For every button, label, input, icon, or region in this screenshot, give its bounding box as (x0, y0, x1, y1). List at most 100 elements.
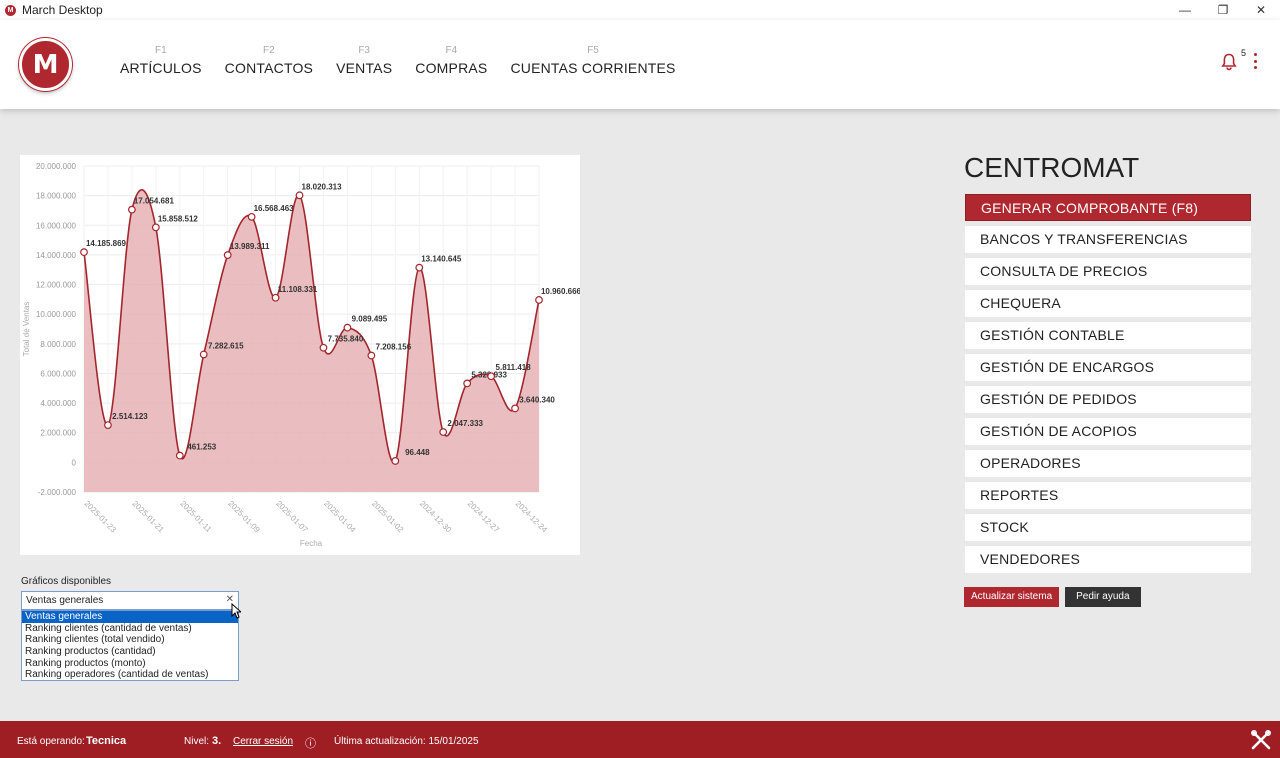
menu-generar-comprobante[interactable]: GENERAR COMPROBANTE (F8) (965, 194, 1251, 221)
nav-item-compras[interactable]: F4 COMPRAS (415, 45, 487, 76)
data-label: 18.020.313 (302, 182, 343, 191)
menu-vendedores[interactable]: VENDEDORES (965, 546, 1251, 573)
x-tick-label: 2024-12-24 (514, 499, 550, 535)
data-point (415, 263, 424, 272)
data-label: 11.108.331 (278, 285, 318, 294)
data-point (439, 428, 448, 436)
logout-link[interactable]: Cerrar sesión (233, 736, 293, 747)
nav-item-articulos[interactable]: F1 ARTÍCULOS (120, 45, 202, 76)
menu-bancos-transferencias[interactable]: BANCOS Y TRANSFERENCIAS (965, 226, 1251, 253)
update-system-button[interactable]: Actualizar sistema (964, 587, 1060, 607)
data-point (175, 451, 184, 460)
operating-label: Está operando: (17, 736, 85, 747)
chart-option[interactable]: Ranking operadores (cantidad de ventas) (22, 669, 238, 681)
menu-gestion-acopios[interactable]: GESTIÓN DE ACOPIOS (965, 418, 1251, 445)
nav-label: COMPRAS (415, 60, 488, 76)
data-point (104, 421, 112, 430)
info-icon[interactable]: ⓘ (305, 735, 316, 751)
chart-canvas: 20.000.000 18.000.000 16.000.000 14.000.000… (22, 162, 580, 548)
last-update: Última actualización: 15/01/2025 (334, 736, 479, 747)
data-point (511, 404, 519, 413)
mouse-cursor-icon (231, 603, 241, 619)
nav-item-contactos[interactable]: F2 CONTACTOS (225, 45, 313, 76)
menu-chequera[interactable]: CHEQUERA (965, 290, 1251, 317)
data-label: 15.858.512 (158, 214, 199, 223)
x-tick-label: 2024-12-27 (466, 499, 502, 535)
data-label: 7.208.156 (376, 343, 412, 352)
data-label: 2.514.123 (112, 412, 148, 421)
data-label: 7.735.840 (328, 335, 364, 344)
data-label: 7.282.615 (208, 341, 244, 350)
data-point (463, 379, 472, 388)
x-tick-label: 2025-01-04 (322, 499, 358, 535)
x-tick-label: 2025-01-02 (370, 499, 406, 535)
chart-select-value: Ventas generales (26, 595, 104, 606)
data-label: 9.089.495 (352, 315, 388, 324)
data-label: 96.448 (405, 448, 430, 457)
more-options-icon[interactable] (1252, 53, 1258, 69)
menu-stock[interactable]: STOCK (965, 514, 1251, 541)
chart-select[interactable]: Ventas generales ✕ (21, 591, 239, 610)
x-axis-title: Fecha (300, 539, 323, 548)
y-tick-label: 0 (72, 458, 77, 467)
nav-label: CONTACTOS (224, 60, 314, 76)
app-icon: M (5, 4, 16, 16)
nav-label: ARTÍCULOS (120, 60, 202, 76)
status-footer: Está operando: Tecnica Nivel: 3. Cerrar … (0, 721, 1280, 758)
menu-reportes[interactable]: REPORTES (965, 482, 1251, 509)
bell-icon[interactable] (1221, 53, 1237, 71)
data-point (535, 296, 543, 304)
chart-option[interactable]: Ranking clientes (cantidad de ventas) (22, 623, 238, 635)
y-tick-label: 4.000.000 (40, 399, 76, 408)
data-label: 13.989.311 (230, 242, 270, 251)
nav-label: CUENTAS CORRIENTES (510, 60, 676, 76)
tools-icon[interactable] (1250, 729, 1272, 751)
y-tick-label: 2.000.000 (40, 429, 76, 438)
main-nav: F1 ARTÍCULOS F2 CONTACTOS F3 VENTAS F4 C… (120, 45, 699, 76)
y-tick-label: 20.000.000 (36, 162, 77, 171)
data-label: 13.140.645 (421, 255, 462, 264)
x-tick-label: 2025-01-09 (226, 499, 262, 535)
x-tick-label: 2025-01-11 (178, 499, 213, 534)
restore-button[interactable]: ❐ (1204, 0, 1242, 20)
menu-gestion-contable[interactable]: GESTIÓN CONTABLE (965, 322, 1251, 349)
level-label: Nivel: (184, 736, 210, 747)
data-point (487, 372, 496, 381)
data-point (367, 351, 376, 360)
chart-option[interactable]: Ranking productos (monto) (22, 658, 238, 670)
nav-item-ventas[interactable]: F3 VENTAS (336, 45, 392, 76)
menu-operadores[interactable]: OPERADORES (965, 450, 1251, 477)
x-tick-label: 2025-01-21 (130, 499, 166, 535)
nav-item-cuentas-corrientes[interactable]: F5 CUENTAS CORRIENTES (510, 45, 675, 76)
y-axis-title: Total de Ventas (22, 302, 31, 357)
menu-consulta-precios[interactable]: CONSULTA DE PRECIOS (965, 258, 1251, 285)
notification-count: 5 (1241, 48, 1247, 58)
menu-gestion-pedidos[interactable]: GESTIÓN DE PEDIDOS (965, 386, 1251, 413)
y-tick-label: -2.000.000 (38, 488, 77, 497)
data-label: 2.047.333 (447, 419, 483, 428)
logo[interactable]: M (19, 38, 72, 91)
data-point (343, 323, 352, 332)
sales-area (84, 189, 539, 492)
data-point (80, 248, 88, 257)
request-help-button[interactable]: Pedir ayuda (1065, 587, 1141, 607)
chart-option[interactable]: Ranking productos (cantidad) (22, 646, 238, 658)
data-point (199, 350, 208, 359)
company-name: CENTROMAT (964, 152, 1140, 183)
data-point (223, 251, 232, 259)
menu-gestion-encargos[interactable]: GESTIÓN DE ENCARGOS (965, 354, 1251, 381)
chart-option[interactable]: Ventas generales (22, 611, 238, 623)
sales-chart: 20.000.000 18.000.000 16.000.000 14.000.000… (20, 155, 580, 555)
data-point (247, 212, 256, 221)
window-title: March Desktop (22, 3, 103, 17)
y-tick-label: 6.000.000 (40, 369, 76, 378)
y-tick-label: 10.000.000 (36, 310, 77, 319)
operator-name: Tecnica (86, 735, 127, 747)
chart-option[interactable]: Ranking clientes (total vendido) (22, 634, 238, 646)
y-tick-label: 8.000.000 (40, 340, 76, 349)
data-point (127, 205, 136, 214)
close-button[interactable]: ✕ (1242, 0, 1280, 20)
minimize-button[interactable]: — (1166, 0, 1204, 20)
action-menu: GENERAR COMPROBANTE (F8) BANCOS Y TRANSF… (965, 194, 1251, 578)
y-tick-label: 12.000.000 (36, 281, 77, 290)
